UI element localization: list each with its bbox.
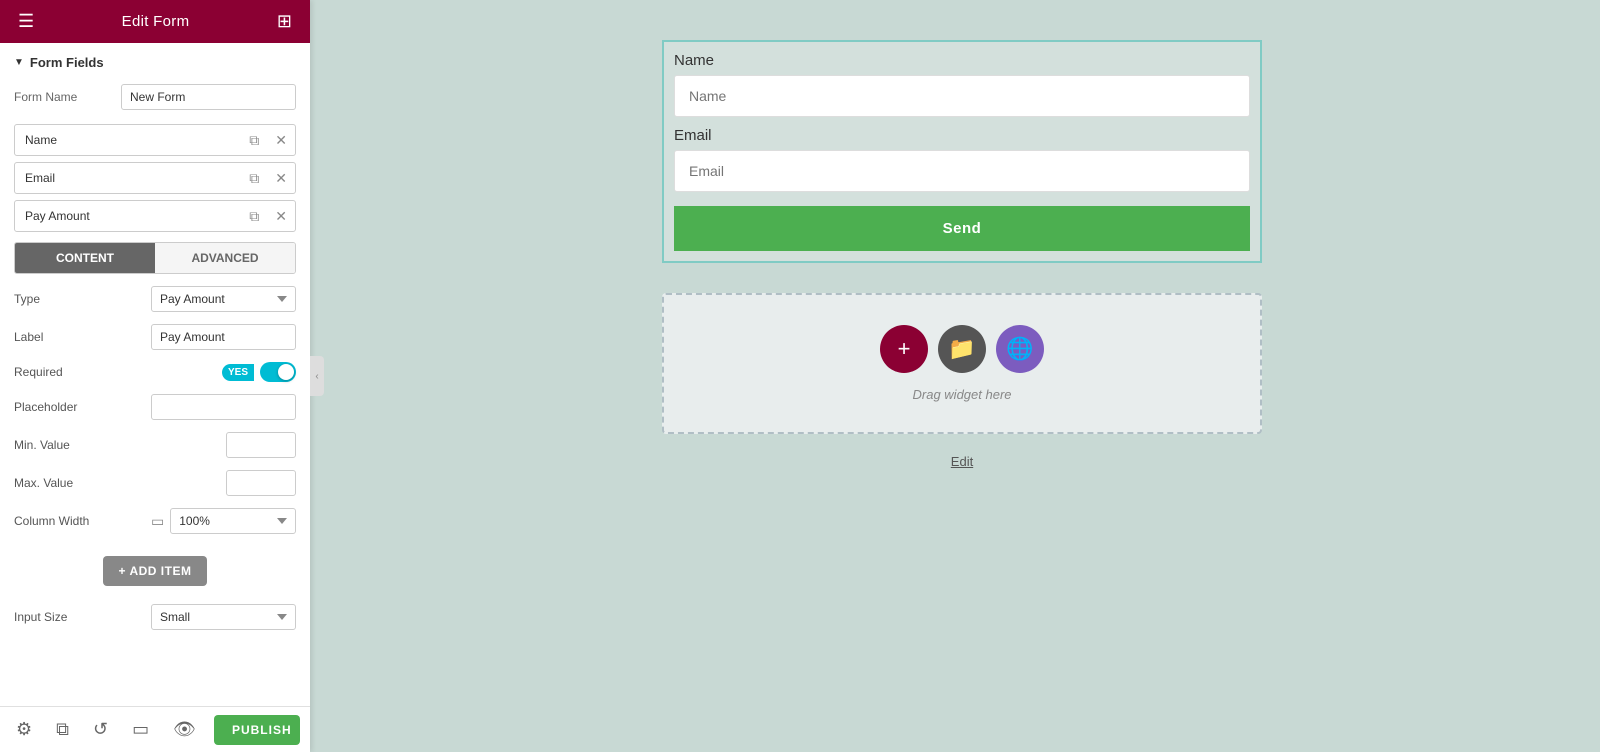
setting-input-size-row: Input Size Small <box>14 596 296 630</box>
add-widget-button[interactable]: + <box>880 325 928 373</box>
menu-icon[interactable]: ☰ <box>14 7 38 36</box>
toggle-yes-label: YES <box>222 364 254 381</box>
form-name-row: Form Name <box>14 84 296 110</box>
folder-widget-button[interactable]: 📁 <box>938 325 986 373</box>
duplicate-pay-btn[interactable]: ⧉ <box>241 202 267 231</box>
duplicate-email-btn[interactable]: ⧉ <box>241 164 267 193</box>
setting-placeholder-row: Placeholder <box>14 394 296 420</box>
field-actions-name: ⧉ ✕ <box>241 126 295 155</box>
type-select-wrapper: Pay Amount <box>151 286 296 312</box>
input-size-select[interactable]: Small <box>151 604 296 630</box>
field-label-pay: Pay Amount <box>15 201 241 231</box>
column-width-select-wrapper: ▭ 100% <box>151 508 296 534</box>
form-name-label: Name <box>674 52 1250 69</box>
panel-title: Edit Form <box>122 13 190 30</box>
delete-pay-btn[interactable]: ✕ <box>267 202 295 231</box>
publish-group: PUBLISH ▲ <box>214 715 300 745</box>
left-panel: ☰ Edit Form ⊞ ▼ Form Fields Form Name Na… <box>0 0 310 752</box>
setting-max-row: Max. Value <box>14 470 296 496</box>
input-size-select-wrapper: Small <box>151 604 296 630</box>
setting-label-input[interactable] <box>151 324 296 350</box>
setting-label-label: Label <box>14 330 94 344</box>
setting-input-size-label: Input Size <box>14 610 94 624</box>
setting-type-label: Type <box>14 292 94 306</box>
setting-min-row: Min. Value <box>14 432 296 458</box>
form-send-button[interactable]: Send <box>674 206 1250 251</box>
form-email-label: Email <box>674 127 1250 144</box>
setting-required-label: Required <box>14 365 94 379</box>
delete-name-btn[interactable]: ✕ <box>267 126 295 155</box>
panel-header: ☰ Edit Form ⊞ <box>0 0 310 43</box>
main-area: Name Email Send + 📁 🌐 Drag widget here E… <box>324 0 1600 752</box>
toggle-arrow: ▼ <box>14 57 24 68</box>
field-row-name: Name ⧉ ✕ <box>14 124 296 156</box>
field-row-email: Email ⧉ ✕ <box>14 162 296 194</box>
form-name-label: Form Name <box>14 90 77 104</box>
setting-column-width-label: Column Width <box>14 514 94 528</box>
field-actions-pay: ⧉ ✕ <box>241 202 295 231</box>
form-fields-label: Form Fields <box>30 55 104 70</box>
history-icon[interactable]: ↺ <box>87 713 114 746</box>
toggle-switch[interactable] <box>260 362 296 382</box>
form-widget: Name Email Send <box>662 40 1262 263</box>
globe-widget-button[interactable]: 🌐 <box>996 325 1044 373</box>
add-item-button[interactable]: + ADD ITEM <box>103 556 208 586</box>
bottom-toolbar: ⚙ ⧉ ↺ ▭ 👁 PUBLISH ▲ <box>0 706 310 752</box>
drag-widget-area: + 📁 🌐 Drag widget here <box>662 293 1262 434</box>
field-actions-email: ⧉ ✕ <box>241 164 295 193</box>
setting-min-input[interactable] <box>226 432 296 458</box>
settings-icon[interactable]: ⚙ <box>10 713 38 746</box>
drag-widget-text: Drag widget here <box>913 387 1012 402</box>
setting-placeholder-label: Placeholder <box>14 400 94 414</box>
setting-placeholder-input[interactable] <box>151 394 296 420</box>
add-item-container: + ADD ITEM <box>14 546 296 596</box>
field-label-name: Name <box>15 125 241 155</box>
form-email-input[interactable] <box>674 150 1250 192</box>
form-name-group: Name <box>674 52 1250 117</box>
settings-body: Type Pay Amount Label Required YES Place… <box>0 286 310 706</box>
setting-column-width-row: Column Width ▭ 100% <box>14 508 296 534</box>
field-label-email: Email <box>15 163 241 193</box>
form-name-input[interactable] <box>121 84 296 110</box>
form-fields-section: ▼ Form Fields Form Name Name ⧉ ✕ Email ⧉… <box>0 43 310 286</box>
form-widget-wrapper: Name Email Send <box>662 40 1262 263</box>
collapse-handle[interactable]: ‹ <box>310 356 324 396</box>
setting-max-label: Max. Value <box>14 476 94 490</box>
tab-bar: CONTENT ADVANCED <box>14 242 296 274</box>
duplicate-name-btn[interactable]: ⧉ <box>241 126 267 155</box>
publish-button[interactable]: PUBLISH <box>214 715 300 745</box>
tab-content[interactable]: CONTENT <box>15 243 155 273</box>
grid-icon[interactable]: ⊞ <box>273 7 296 36</box>
setting-type-row: Type Pay Amount <box>14 286 296 312</box>
setting-required-row: Required YES <box>14 362 296 382</box>
required-toggle[interactable]: YES <box>222 362 296 382</box>
field-row-pay: Pay Amount ⧉ ✕ <box>14 200 296 232</box>
page-icon[interactable]: ▭ <box>126 713 155 746</box>
form-email-group: Email <box>674 127 1250 192</box>
setting-label-row: Label <box>14 324 296 350</box>
column-icon: ▭ <box>151 513 164 530</box>
setting-max-input[interactable] <box>226 470 296 496</box>
tab-advanced[interactable]: ADVANCED <box>155 243 295 273</box>
form-name-input[interactable] <box>674 75 1250 117</box>
edit-link[interactable]: Edit <box>951 454 973 469</box>
drag-icons: + 📁 🌐 <box>880 325 1044 373</box>
form-fields-toggle[interactable]: ▼ Form Fields <box>14 55 296 70</box>
layers-icon[interactable]: ⧉ <box>50 713 75 746</box>
column-width-select[interactable]: 100% <box>170 508 296 534</box>
type-select[interactable]: Pay Amount <box>151 286 296 312</box>
setting-min-label: Min. Value <box>14 438 94 452</box>
delete-email-btn[interactable]: ✕ <box>267 164 295 193</box>
eye-icon[interactable]: 👁 <box>167 713 202 746</box>
